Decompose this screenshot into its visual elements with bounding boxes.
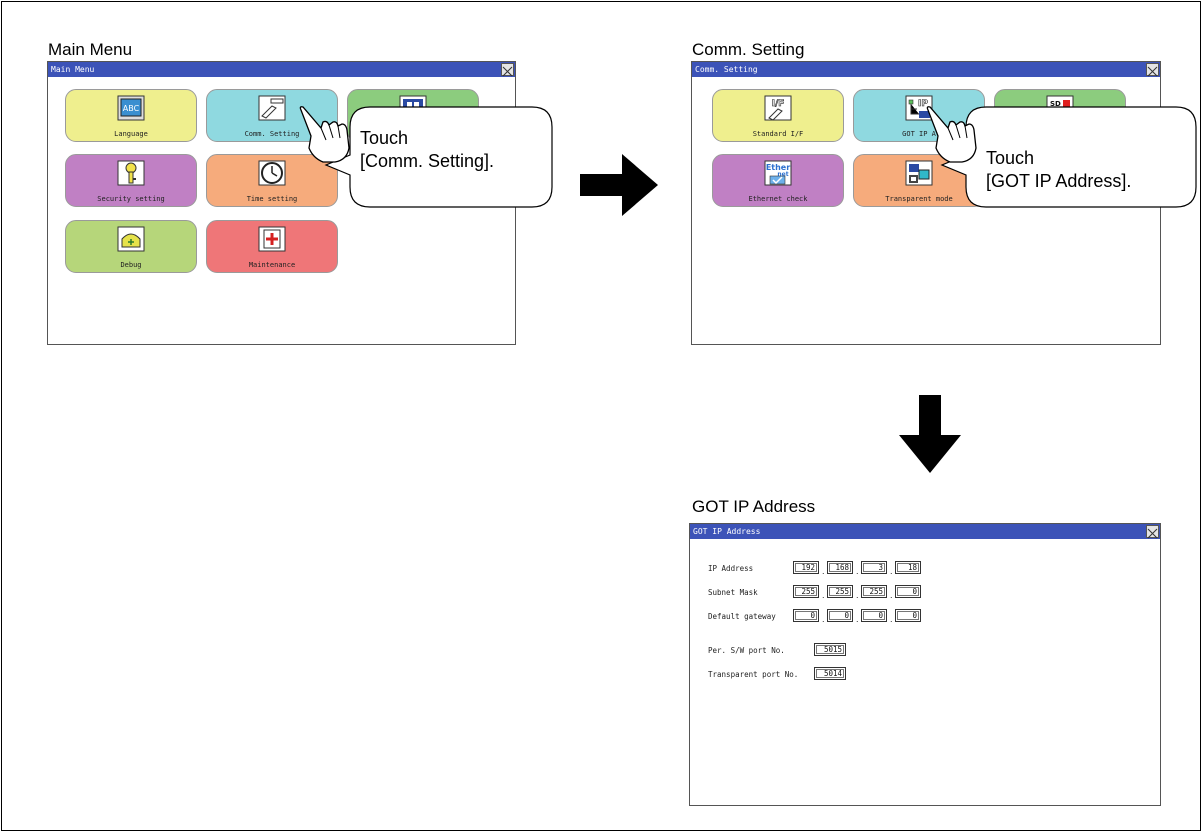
caption-comm-setting: Comm. Setting (692, 40, 805, 59)
main-menu-close-button[interactable] (501, 63, 514, 77)
close-icon (1147, 528, 1158, 539)
callout-text-comm-setting: Touch [Comm. Setting]. (360, 127, 494, 173)
subnet-mask-octet-2[interactable]: 255 (827, 585, 853, 598)
comm-setting-close-button[interactable] (1146, 63, 1159, 77)
got-ip-titlebar: GOT IP Address (690, 524, 1160, 539)
arrow-down-icon (899, 395, 961, 473)
got-ip-address-screen: GOT IP Address IP Address 192 . 168 . 3 … (689, 523, 1161, 806)
ethernet-icon: Ether net (764, 160, 792, 186)
clock-icon (258, 160, 286, 186)
got-ip-close-button[interactable] (1146, 525, 1159, 539)
close-icon (1147, 66, 1158, 77)
ip-dot: . (822, 590, 825, 600)
close-icon (502, 66, 513, 77)
tile-debug[interactable]: Debug (65, 220, 197, 273)
abc-icon: ABC (117, 95, 145, 121)
callout-line-1: Touch (986, 148, 1035, 168)
if-glyph: I/F (772, 99, 785, 109)
ip-dot: . (890, 566, 893, 576)
ip-dot: . (856, 614, 859, 624)
default-gateway-octet-4[interactable]: 0 (895, 609, 921, 622)
caption-main-menu: Main Menu (48, 40, 133, 59)
abc-glyph: ABC (123, 104, 140, 113)
ip-dot: . (890, 614, 893, 624)
per-sw-port-field[interactable]: 5015 (814, 643, 846, 656)
tile-language[interactable]: ABC Language (65, 89, 197, 142)
ip-dot: . (822, 614, 825, 624)
ip-address-label: IP Address (708, 564, 754, 573)
callout-text-got-ip: Touch [GOT IP Address]. (986, 147, 1131, 193)
tile-ethernet-check[interactable]: Ether net Ethernet check (712, 154, 844, 207)
hand-pointer-icon (299, 106, 350, 163)
subnet-mask-octet-1[interactable]: 255 (793, 585, 819, 598)
default-gateway-octet-2[interactable]: 0 (827, 609, 853, 622)
comm-setting-titlebar: Comm. Setting (692, 62, 1160, 77)
if-icon: I/F (764, 95, 792, 121)
tile-security-setting[interactable]: Security setting (65, 154, 197, 207)
ip-address-octet-1[interactable]: 192 (793, 561, 819, 574)
tile-maintenance[interactable]: Maintenance (206, 220, 338, 273)
tile-label: Debug (120, 261, 142, 269)
transparent-port-label: Transparent port No. (708, 670, 799, 679)
subnet-mask-octet-4[interactable]: 0 (895, 585, 921, 598)
tile-label: Maintenance (248, 261, 296, 269)
subnet-mask-octet-3[interactable]: 255 (861, 585, 887, 598)
default-gateway-label: Default gateway (708, 612, 776, 621)
ip-dot: . (890, 590, 893, 600)
default-gateway-octet-1[interactable]: 0 (793, 609, 819, 622)
per-sw-port-label: Per. S/W port No. (708, 646, 785, 655)
tile-label: Security setting (97, 195, 165, 203)
ip-address-octet-4[interactable]: 18 (895, 561, 921, 574)
callout-line-1: Touch (360, 128, 409, 148)
ip-address-octet-2[interactable]: 168 (827, 561, 853, 574)
debug-icon (117, 226, 145, 252)
callout-line-2: [GOT IP Address]. (986, 171, 1132, 191)
tile-standard-if[interactable]: I/F Standard I/F (712, 89, 844, 142)
caption-got-ip-address: GOT IP Address (692, 497, 816, 516)
maintenance-icon (258, 226, 286, 252)
default-gateway-octet-3[interactable]: 0 (861, 609, 887, 622)
main-menu-titlebar: Main Menu (48, 62, 515, 77)
ip-dot: . (822, 566, 825, 576)
hand-pointer-icon (926, 106, 977, 163)
tile-label: Ethernet check (748, 195, 808, 203)
key-icon (117, 160, 145, 186)
subnet-mask-label: Subnet Mask (708, 588, 758, 597)
transparent-port-field[interactable]: 5014 (814, 667, 846, 680)
tile-label: Standard I/F (752, 130, 804, 138)
ip-address-octet-3[interactable]: 3 (861, 561, 887, 574)
tile-label: Language (114, 130, 148, 138)
arrow-right-icon (580, 154, 658, 216)
callout-line-2: [Comm. Setting]. (360, 151, 495, 171)
ip-dot: . (856, 590, 859, 600)
plug-icon (258, 95, 286, 121)
ip-dot: . (856, 566, 859, 576)
